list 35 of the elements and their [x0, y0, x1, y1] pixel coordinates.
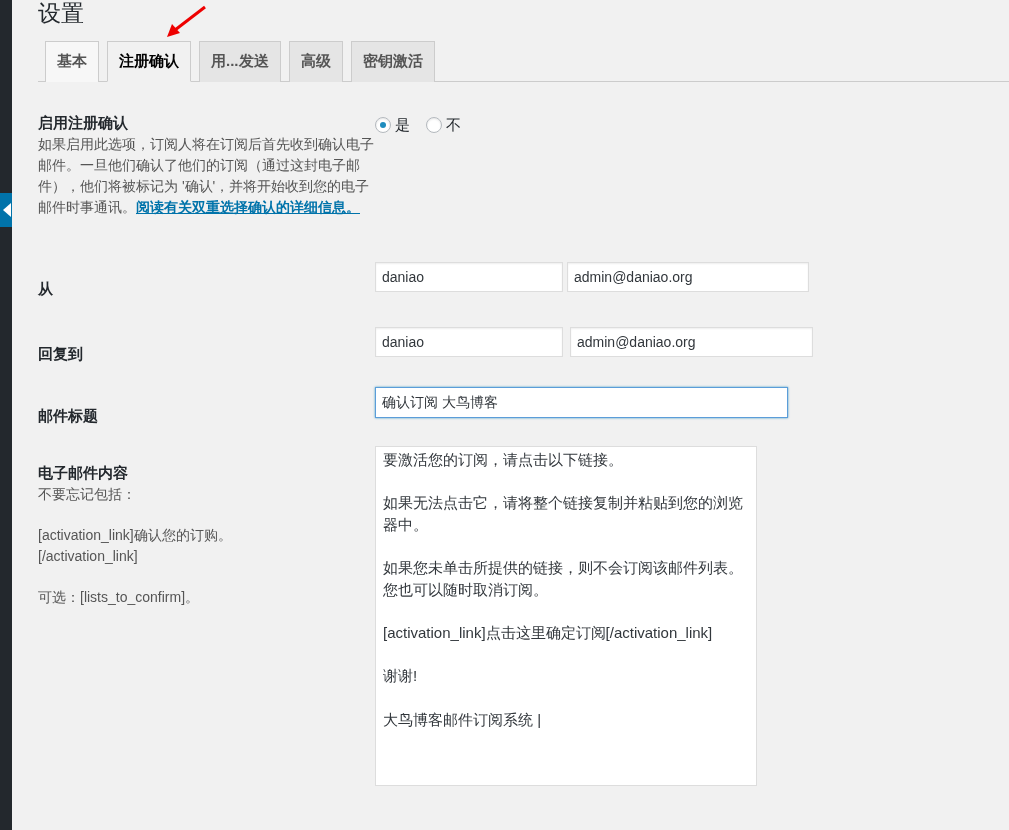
body-text: 要激活您的订阅，请点击以下链接。	[383, 449, 624, 470]
body-text: 谢谢!	[383, 666, 419, 687]
help-text: [activation_link]确认您的订购。[/activation_link]	[38, 526, 233, 566]
field-label: 电子邮件内容	[38, 462, 129, 483]
body-text: 如果您未单击所提供的链接，则不会订阅该邮件列表。您也可以随时取消订阅。	[383, 558, 744, 600]
tab[interactable]: 用...发送	[199, 41, 281, 82]
subject-input[interactable]: 确认订阅 大鸟博客	[375, 387, 788, 418]
radio-label: 不	[446, 114, 461, 135]
radio-button[interactable]	[426, 116, 442, 133]
field-label: 邮件标题	[38, 406, 99, 426]
details-link[interactable]: 阅读有关双重选择确认的详细信息。	[136, 199, 360, 215]
tab[interactable]: 密钥激活	[350, 41, 435, 82]
tab[interactable]: 高级	[288, 41, 343, 82]
body-text: 大鸟博客邮件订阅系统 |	[383, 709, 543, 730]
tab[interactable]: 注册确认	[107, 41, 191, 82]
radio-option[interactable]: 不	[426, 113, 461, 136]
page-title: 设置	[38, 0, 84, 26]
name-input[interactable]: daniao	[375, 326, 563, 357]
field-label: 回复到	[38, 343, 84, 364]
field-label: 从	[38, 279, 54, 299]
radio-button[interactable]	[375, 116, 391, 133]
body-text: 如果无法点击它，请将整个链接复制并粘贴到您的浏览器中。	[383, 492, 744, 535]
radio-label: 是	[395, 114, 410, 135]
field-label: 启用注册确认	[38, 112, 129, 133]
help-text: 可选：[lists_to_confirm]。	[38, 588, 201, 607]
email-body-field[interactable]: 要激活您的订阅，请点击以下链接。 如果无法点击它，请将整个链接复制并粘贴到您的浏览器中。 如果您未单击所提供的链接，则不会订阅该邮件列表。您也可以随时取消订阅。 [activation_link]点击这里确定订阅[/activation_link] 谢谢! 大鸟博客邮件订阅系统 |	[375, 445, 757, 786]
help-text: 不要忘记包括：	[38, 485, 137, 504]
field-description: 如果启用此选项，订阅人将在订阅后首先收到确认电子邮件。一旦他们确认了他们的订阅（通过这封电子邮件），他们将被标记为 '确认'，并将开始收到您的电子邮件时事通讯。阅读有关双重选择确认的详细信息。	[38, 135, 375, 217]
email-input[interactable]: admin@daniao.org	[570, 326, 813, 357]
radio-option[interactable]: 是	[375, 113, 410, 136]
caret-icon	[3, 203, 11, 217]
name-input[interactable]: daniao	[375, 262, 563, 292]
tab[interactable]: 基本	[45, 41, 99, 82]
body-text: [activation_link]点击这里确定订阅[/activation_link]	[383, 623, 714, 644]
email-input[interactable]: admin@daniao.org	[567, 262, 809, 292]
